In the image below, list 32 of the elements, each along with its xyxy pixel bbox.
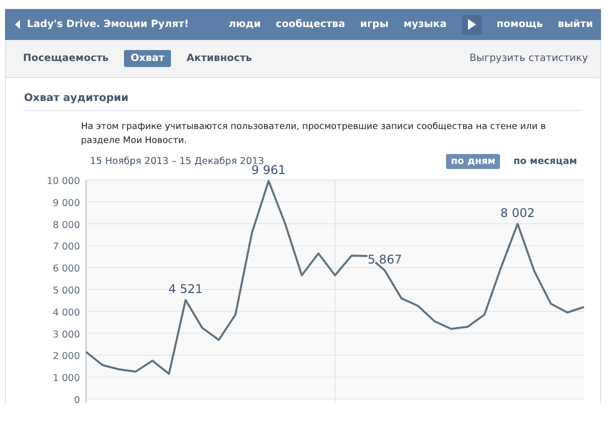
export-link[interactable]: Выгрузить статистику	[469, 53, 588, 64]
community-title[interactable]: Lady's Drive. Эмоции Рулят!	[27, 19, 189, 30]
y-tick-label: 7 000	[52, 242, 80, 253]
value-label: 8 002	[500, 206, 535, 220]
y-tick-label: 6 000	[52, 264, 80, 275]
stats-tab[interactable]: Охват	[124, 50, 172, 67]
play-arrow-icon	[468, 19, 476, 30]
y-tick-label: 0	[74, 395, 80, 406]
nav-link[interactable]: игры	[360, 19, 389, 30]
y-tick-label: 3 000	[52, 329, 80, 340]
nav-link[interactable]: выйти	[558, 19, 593, 30]
nav-link[interactable]: помощь	[496, 19, 543, 30]
stats-tab[interactable]: Активность	[179, 50, 259, 67]
period-toggle[interactable]: по дням	[446, 154, 500, 169]
y-tick-label: 5 000	[52, 286, 80, 296]
y-tick-label: 9 000	[52, 198, 80, 209]
value-label: 4 521	[168, 282, 203, 296]
back-arrow-icon[interactable]	[15, 20, 21, 29]
y-tick-label: 2 000	[52, 351, 80, 362]
nav-link[interactable]: музыка	[404, 19, 447, 30]
y-tick-label: 8 000	[52, 220, 80, 231]
y-tick-label: 4 000	[52, 307, 80, 318]
nav-link[interactable]: люди	[228, 19, 261, 30]
chart-description: На этом графике учитываются пользователи, просмотревшие записи сообщества на стене или в разделе Мои Новости.	[81, 121, 547, 148]
nav-link[interactable]: сообщества	[276, 19, 346, 30]
y-tick-label: 10 000	[46, 176, 80, 187]
more-button[interactable]	[462, 14, 482, 34]
stats-tab[interactable]: Посещаемость	[23, 50, 116, 67]
period-toggle[interactable]: по месяцам	[508, 154, 582, 169]
value-label: 9 961	[251, 163, 286, 177]
section-title: Охват аудитории	[24, 92, 582, 111]
y-tick-label: 1 000	[52, 373, 80, 384]
